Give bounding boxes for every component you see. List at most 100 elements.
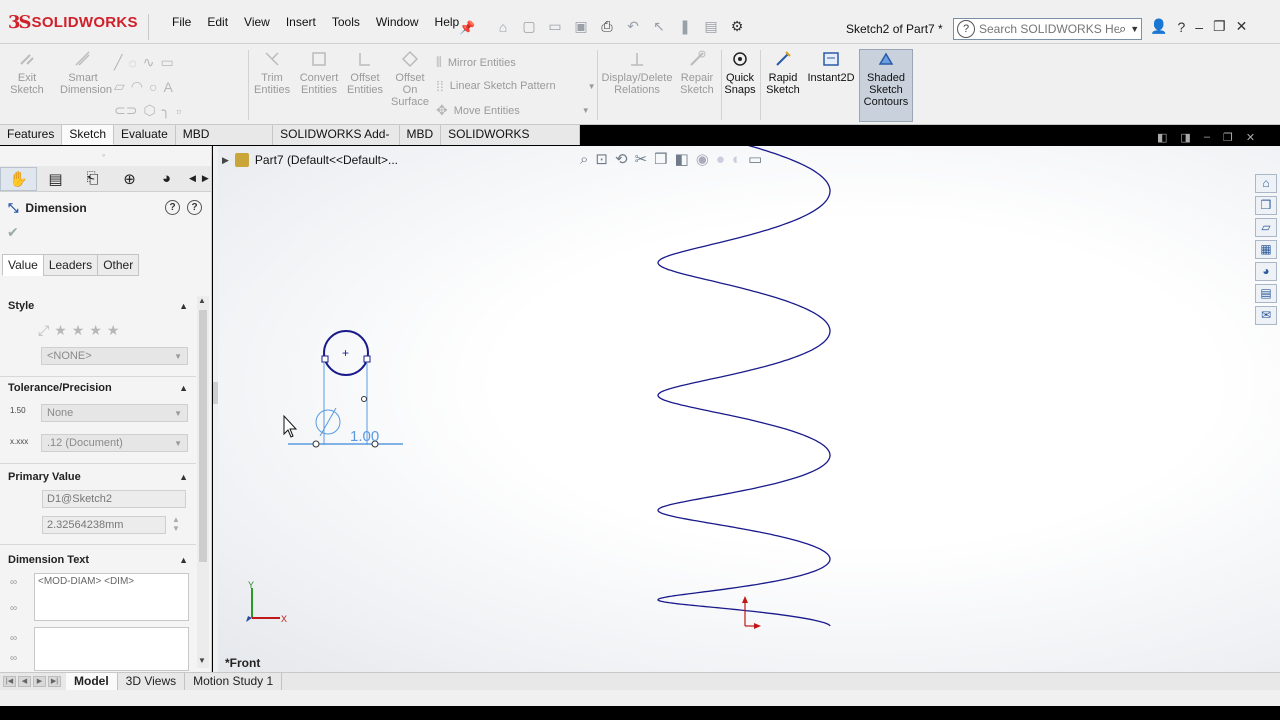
dimension-text-above[interactable]: <MOD-DIAM> <DIM> — [34, 573, 189, 621]
precision-select[interactable]: .12 (Document) ▼ — [41, 434, 188, 452]
update-style-icon[interactable]: ★ — [72, 322, 85, 339]
options-gear-icon[interactable]: ⚙ — [726, 18, 748, 35]
text-icon[interactable]: A — [163, 79, 172, 95]
pm-scrollbar[interactable]: ▲ ▼ — [197, 296, 209, 668]
add-style-icon[interactable]: ★ — [54, 322, 67, 339]
shaded-sketch-contours-button[interactable]: Shaded Sketch Contours — [860, 50, 912, 108]
scroll-down-icon[interactable]: ▼ — [198, 656, 206, 665]
prev-document-icon[interactable]: ◧ — [1157, 131, 1167, 144]
next-document-icon[interactable]: ◨ — [1180, 131, 1190, 144]
text-unlink-icon[interactable]: ∞ — [10, 603, 17, 614]
tab-model[interactable]: Model — [66, 673, 118, 690]
home-icon[interactable]: ⌂ — [492, 19, 514, 35]
tolerance-type-select[interactable]: None ▼ — [41, 404, 188, 422]
menu-insert[interactable]: Insert — [278, 15, 324, 29]
minimize-icon[interactable]: – — [1195, 19, 1203, 35]
style-group-header[interactable]: Style ▲ — [0, 297, 196, 315]
display-manager-tab-icon[interactable]: ◕ — [148, 167, 185, 191]
tab-mbd-dimensions[interactable]: MBD Dimensions — [175, 125, 274, 160]
menu-tools[interactable]: Tools — [324, 15, 368, 29]
slot-icon[interactable]: ⊂⊃ — [114, 102, 137, 119]
first-tab-icon[interactable]: |◀ — [3, 676, 16, 687]
line-icon[interactable]: ╱ — [114, 54, 122, 71]
arc-icon[interactable]: ◠ — [131, 78, 143, 95]
new-document-icon[interactable]: ▢ — [518, 18, 540, 35]
dimension-value-field[interactable]: 2.32564238mm — [42, 516, 166, 534]
sketch-canvas[interactable]: + 1.00 Y X — [218, 146, 1280, 672]
fillet-icon[interactable]: ╮ — [162, 102, 170, 119]
prev-tab-icon[interactable]: ◀ — [18, 676, 31, 687]
collapse-icon[interactable]: ▲ — [179, 301, 188, 311]
polygon-icon[interactable]: ⬡ — [143, 102, 155, 119]
property-manager-tab-icon[interactable]: ▤ — [37, 167, 74, 191]
print-icon[interactable]: ⎙ — [596, 18, 618, 35]
undo-icon[interactable]: ↶ — [622, 18, 644, 35]
subtab-value[interactable]: Value — [2, 254, 44, 276]
exit-sketch-button[interactable]: Exit Sketch — [10, 50, 44, 96]
apply-defaults-icon[interactable]: ⤢ — [38, 322, 49, 339]
subtab-leaders[interactable]: Leaders — [42, 254, 99, 276]
circle-handle-left[interactable] — [321, 355, 329, 363]
whats-wrong-icon[interactable]: ? — [165, 200, 180, 215]
tab-motion-study-1[interactable]: Motion Study 1 — [185, 673, 283, 690]
scroll-thumb[interactable] — [199, 310, 207, 562]
help-icon[interactable]: ? — [187, 200, 202, 215]
offset-entities-button[interactable]: Offset Entities — [346, 50, 384, 96]
menu-file[interactable]: File — [164, 15, 199, 29]
tolerance-group-header[interactable]: Tolerance/Precision ▲ — [0, 379, 196, 397]
text-unlink-icon[interactable]: ∞ — [10, 653, 17, 664]
next-tab-icon[interactable]: ▶ — [33, 676, 46, 687]
dimension-text-group-header[interactable]: Dimension Text ▲ — [0, 551, 196, 569]
save-style-icon[interactable]: ★ — [107, 322, 120, 339]
chevron-right-icon[interactable]: ▶ — [202, 173, 209, 184]
pin-icon[interactable]: 📌 — [459, 20, 475, 36]
tab-solidworks-add-ins[interactable]: SOLIDWORKS Add-Ins — [273, 125, 400, 160]
trim-entities-button[interactable]: Trim Entities — [254, 50, 290, 96]
select-icon[interactable]: ↖ — [648, 18, 670, 35]
help-search-box[interactable]: ? ⌕ ▼ — [953, 18, 1142, 40]
tab-solidworks-inspection[interactable]: SOLIDWORKS Inspection — [441, 125, 580, 160]
dimxpert-tab-icon[interactable]: ⊕ — [111, 167, 148, 191]
rebuild-icon[interactable]: ❚ — [674, 18, 696, 35]
panel-grip-icon[interactable]: ◦ — [102, 150, 105, 160]
file-properties-icon[interactable]: ▤ — [700, 18, 722, 35]
repair-sketch-button[interactable]: Repair Sketch — [678, 50, 716, 96]
menu-edit[interactable]: Edit — [199, 15, 236, 29]
quick-snaps-button[interactable]: Quick Snaps — [723, 50, 757, 96]
move-entities-button[interactable]: ✥ Move Entities ▼ — [436, 102, 590, 119]
chevron-left-icon[interactable]: ◀ — [189, 173, 196, 184]
save-icon[interactable]: ▣ — [570, 18, 592, 35]
mirror-entities-button[interactable]: ⫴ Mirror Entities — [436, 54, 516, 71]
spin-arrows-icon[interactable]: ▲ ▼ — [172, 515, 180, 533]
collapse-icon[interactable]: ▲ — [179, 472, 188, 482]
dimension-name-field[interactable]: D1@Sketch2 — [42, 490, 186, 508]
instant2d-button[interactable]: Instant2D — [806, 50, 856, 84]
dimension-value-text[interactable]: 1.00 — [350, 428, 379, 445]
last-tab-icon[interactable]: ▶| — [48, 676, 61, 687]
text-link-icon[interactable]: ∞ — [10, 633, 17, 644]
configuration-manager-tab-icon[interactable]: ⎗ — [74, 167, 111, 191]
dimension-text-below[interactable] — [34, 627, 189, 671]
smart-dimension-button[interactable]: Smart Dimension — [60, 50, 112, 96]
linear-sketch-pattern-button[interactable]: ⁞⁞ Linear Sketch Pattern ▼ — [436, 78, 596, 94]
tab-mbd[interactable]: MBD — [399, 125, 442, 145]
tab-features[interactable]: Features — [0, 125, 63, 145]
restore-icon[interactable]: ❐ — [1213, 18, 1226, 35]
scroll-up-icon[interactable]: ▲ — [198, 296, 206, 305]
delete-style-icon[interactable]: ★ — [89, 322, 102, 339]
document-minimize-icon[interactable]: – — [1204, 131, 1210, 144]
circle-handle-right[interactable] — [363, 355, 371, 363]
plane-icon[interactable]: ▭ — [161, 54, 174, 71]
user-icon[interactable]: 👤 — [1150, 18, 1167, 35]
primary-value-group-header[interactable]: Primary Value ▲ — [0, 468, 196, 486]
search-icon[interactable]: ⌕ — [1119, 21, 1126, 37]
subtab-other[interactable]: Other — [97, 254, 140, 276]
rapid-sketch-button[interactable]: Rapid Sketch — [764, 50, 802, 96]
point-icon[interactable]: ▫ — [176, 103, 181, 119]
ok-checkmark-icon[interactable]: ✔ — [7, 224, 19, 241]
style-select[interactable]: <NONE> ▼ — [41, 347, 188, 365]
convert-entities-button[interactable]: Convert Entities — [297, 50, 341, 96]
display-delete-relations-button[interactable]: Display/Delete Relations — [600, 50, 674, 96]
help-search-input[interactable] — [979, 22, 1119, 36]
rectangle-icon[interactable]: ▱ — [114, 78, 125, 95]
